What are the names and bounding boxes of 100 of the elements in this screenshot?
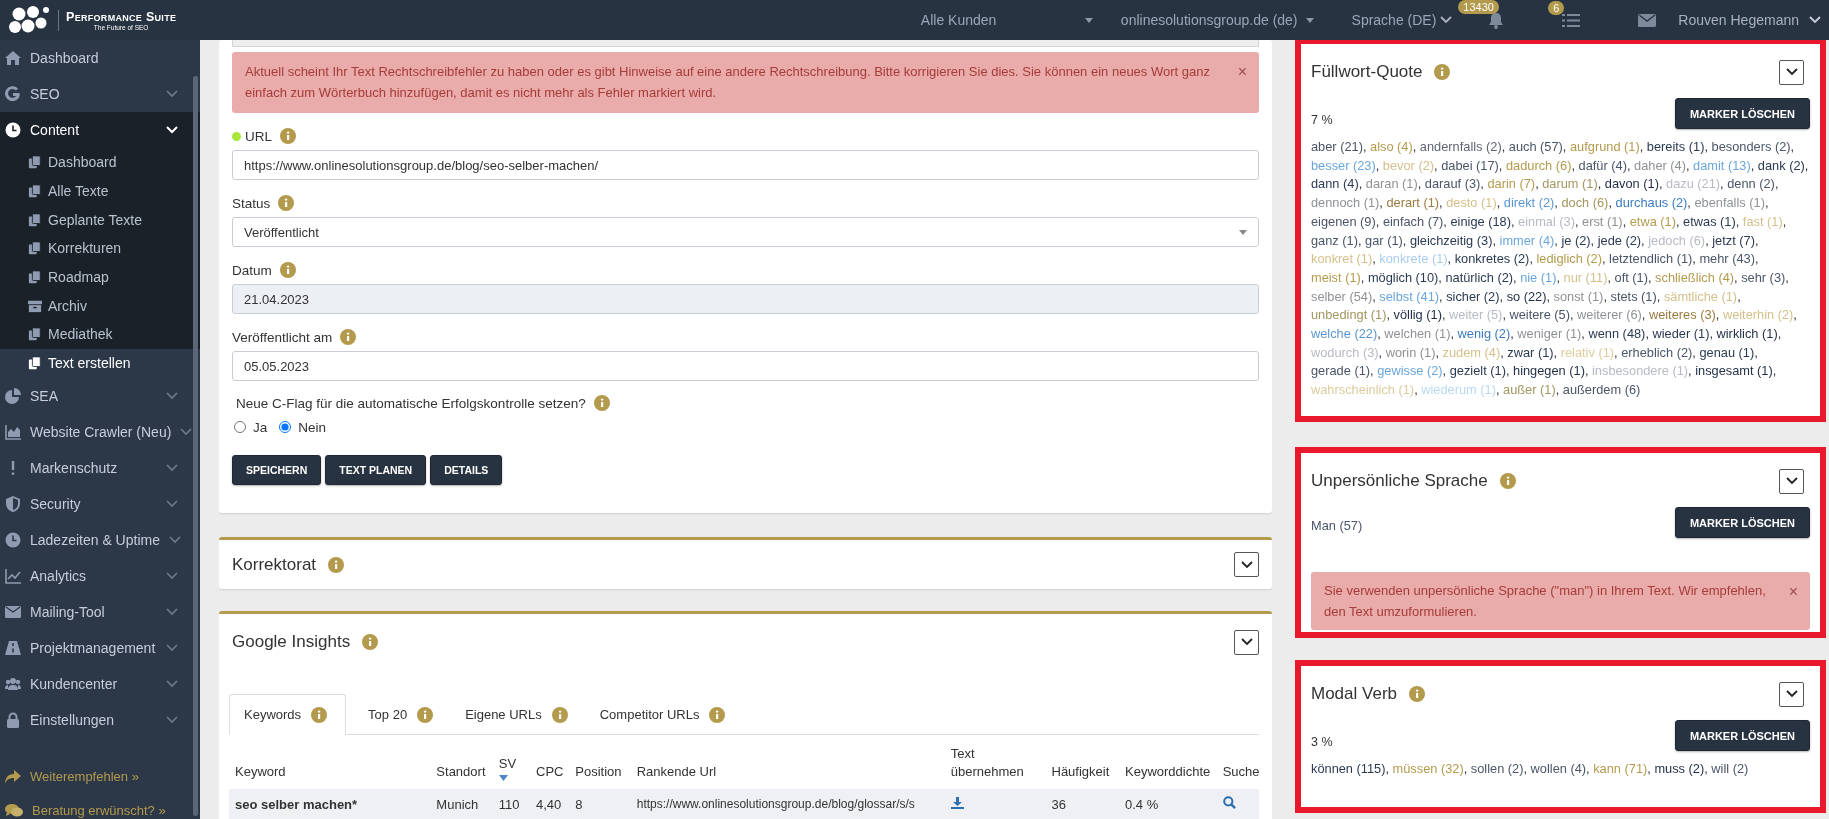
word-count: nur (11), bbox=[1563, 269, 1611, 285]
sidebar-item[interactable]: SEA bbox=[0, 377, 200, 414]
word-count: derart (1), bbox=[1386, 195, 1443, 211]
column-header[interactable]: CPC bbox=[530, 735, 570, 789]
collapse-toggle[interactable] bbox=[1779, 59, 1804, 85]
word-count: durchaus (2), bbox=[1615, 195, 1691, 211]
field-label: Veröffentlicht am bbox=[232, 329, 333, 345]
logo-icon bbox=[8, 5, 52, 35]
sidebar-subitem[interactable]: Mediathek bbox=[0, 320, 200, 349]
column-header[interactable]: Keyworddichte bbox=[1119, 735, 1217, 789]
list-icon[interactable] bbox=[1562, 12, 1581, 28]
collapse-toggle[interactable] bbox=[1779, 468, 1804, 494]
sidebar-item[interactable]: Ladezeiten & Uptime bbox=[0, 521, 200, 558]
action-button[interactable]: TEXT PLANEN bbox=[325, 455, 427, 485]
sidebar-subitem[interactable]: Roadmap bbox=[0, 262, 200, 292]
column-header[interactable]: Häufigkeit bbox=[1045, 735, 1119, 789]
sidebar-item[interactable]: Website Crawler (Neu) bbox=[0, 413, 200, 450]
notification-badge: 13430 bbox=[1458, 0, 1499, 14]
word-count: dank (2), bbox=[1757, 157, 1809, 173]
input-field[interactable]: https://www.onlinesolutionsgroup.de/blog/seo-selber-machen/ bbox=[232, 150, 1259, 180]
action-button[interactable]: SPEICHERN bbox=[232, 455, 322, 485]
tab[interactable]: Competitor URLs bbox=[583, 694, 742, 735]
sidebar-subitem[interactable]: Dashboard bbox=[0, 148, 200, 177]
sidebar-item[interactable]: Kundencenter bbox=[0, 665, 200, 702]
table-cell: 4,40 bbox=[530, 789, 570, 819]
tab[interactable]: Eigene URLs bbox=[449, 694, 584, 735]
sidebar-subitem[interactable]: Alle Texte bbox=[0, 176, 200, 206]
word-count: relativ (1), bbox=[1560, 344, 1618, 360]
tab[interactable]: Keywords bbox=[229, 694, 347, 735]
sidebar-subitem[interactable]: Archiv bbox=[0, 291, 200, 321]
sidebar-item[interactable]: SEO bbox=[0, 76, 200, 112]
sidebar-link[interactable]: Beratung erwünscht? » bbox=[0, 793, 200, 819]
sidebar-subitem[interactable]: Geplante Texte bbox=[0, 205, 200, 235]
word-count: weiter (5), bbox=[1449, 307, 1506, 323]
column-header[interactable]: Suche bbox=[1216, 735, 1259, 789]
info-icon bbox=[362, 634, 379, 650]
table-cell: 36 bbox=[1045, 789, 1119, 819]
clear-markers-button[interactable]: MARKER LÖSCHEN bbox=[1674, 507, 1810, 538]
word-count: dabei (17), bbox=[1441, 157, 1503, 173]
word-count: natürlich (2), bbox=[1445, 269, 1517, 285]
word-count: wieder (1), bbox=[1652, 326, 1713, 342]
scrollbar[interactable] bbox=[193, 76, 198, 816]
copy-icon bbox=[28, 241, 42, 256]
column-header[interactable]: SV bbox=[492, 735, 531, 789]
sidebar-item[interactable]: Einstellungen bbox=[0, 701, 200, 738]
info-icon bbox=[328, 556, 345, 573]
sidebar-item[interactable]: Security bbox=[0, 485, 200, 522]
sidebar-item[interactable]: Projektmanagement bbox=[0, 629, 200, 666]
info-icon bbox=[1409, 686, 1425, 702]
task-badge: 6 bbox=[1548, 0, 1565, 15]
user-menu[interactable]: Rouven Hegemann bbox=[1678, 12, 1821, 28]
domain-dropdown[interactable]: onlinesolutionsgroup.de (de) bbox=[1120, 12, 1314, 28]
word-count: selber (54), bbox=[1311, 288, 1376, 304]
sidebar-subitem[interactable]: Text erstellen bbox=[0, 348, 200, 378]
word-count: gerade (1), bbox=[1311, 363, 1374, 379]
field-label: Datum bbox=[232, 262, 272, 278]
download-icon[interactable] bbox=[950, 796, 964, 809]
customer-dropdown[interactable]: Alle Kunden bbox=[920, 12, 1093, 28]
word-count: insbesondere (1), bbox=[1592, 363, 1692, 379]
language-dropdown[interactable]: Sprache (DE) bbox=[1351, 12, 1453, 28]
clear-markers-button[interactable]: MARKER LÖSCHEN bbox=[1674, 98, 1810, 129]
sidebar-item[interactable]: Markenschutz bbox=[0, 449, 200, 486]
word-count: desto (1), bbox=[1446, 195, 1501, 211]
collapse-toggle[interactable] bbox=[1234, 629, 1259, 655]
envelope-icon bbox=[5, 603, 21, 620]
word-count: letztendlich (1), bbox=[1609, 251, 1696, 267]
sidebar-item[interactable]: Analytics bbox=[0, 557, 200, 594]
word-count: darum (1), bbox=[1542, 176, 1602, 192]
column-header[interactable]: Standort bbox=[430, 735, 493, 789]
column-header[interactable]: Keyword bbox=[229, 735, 431, 789]
collapse-toggle[interactable] bbox=[1779, 681, 1804, 707]
search-icon[interactable] bbox=[1222, 796, 1236, 809]
question-label: Neue C-Flag für die automatische Erfolgskontrolle setzen? bbox=[236, 395, 586, 411]
chevron-icon bbox=[1785, 690, 1798, 698]
bell-icon[interactable] bbox=[1488, 11, 1505, 29]
column-header[interactable]: Rankende Url bbox=[630, 735, 945, 789]
clear-markers-button[interactable]: MARKER LÖSCHEN bbox=[1674, 720, 1810, 751]
chat-bubbles-icon bbox=[5, 803, 23, 818]
word-count: etwas (1), bbox=[1683, 213, 1740, 229]
radio-button[interactable] bbox=[234, 421, 246, 433]
word-count: immer (4), bbox=[1499, 232, 1558, 248]
sidebar-subitem[interactable]: Korrekturen bbox=[0, 234, 200, 263]
column-header[interactable]: Position bbox=[569, 735, 631, 789]
radio-button[interactable] bbox=[279, 421, 292, 433]
select-field[interactable]: Veröffentlicht bbox=[232, 217, 1259, 247]
action-button[interactable]: DETAILS bbox=[430, 455, 503, 485]
sidebar-item[interactable]: Content bbox=[0, 112, 200, 148]
info-icon bbox=[417, 706, 434, 723]
word-count: damit (13), bbox=[1693, 157, 1755, 173]
input-field[interactable]: 05.05.2023 bbox=[232, 351, 1259, 381]
collapse-toggle[interactable] bbox=[1234, 552, 1259, 577]
envelope-icon[interactable] bbox=[1638, 13, 1657, 27]
clock-icon bbox=[5, 122, 21, 138]
sidebar-link[interactable]: Weiterempfehlen » bbox=[0, 759, 200, 794]
word-count: lediglich (2), bbox=[1536, 251, 1606, 267]
sidebar-item[interactable]: Mailing-Tool bbox=[0, 593, 200, 630]
sidebar-item[interactable]: Dashboard bbox=[0, 40, 200, 76]
chevron-down-icon bbox=[166, 607, 178, 616]
tab[interactable]: Top 20 bbox=[352, 694, 450, 735]
column-header[interactable]: Text übernehmen bbox=[944, 735, 1046, 789]
